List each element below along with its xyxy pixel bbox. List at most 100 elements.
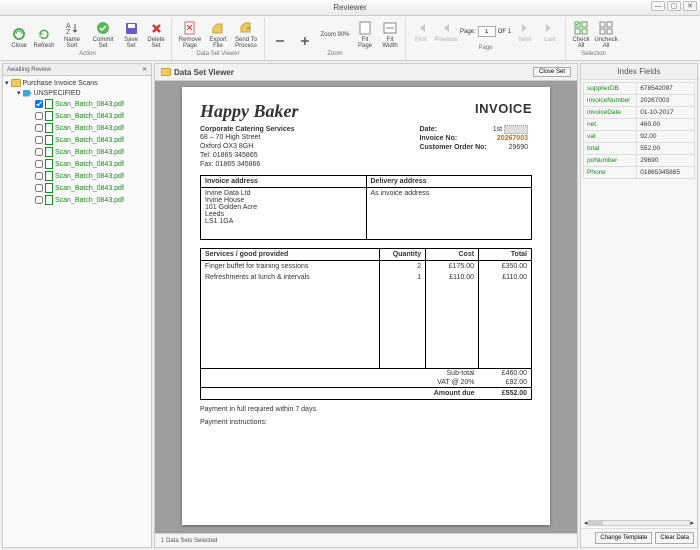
tree-file-item[interactable]: Scan_Batch_0843.pdf xyxy=(5,158,149,170)
maximize-button[interactable]: ▢ xyxy=(667,1,681,11)
index-row[interactable]: Phone01865345865 xyxy=(584,167,695,179)
zoom-out-button[interactable] xyxy=(269,32,291,50)
close-icon[interactable]: ✕ xyxy=(142,66,147,73)
index-row[interactable]: vat92.00 xyxy=(584,131,695,143)
document-viewport[interactable]: Happy Baker Corporate Catering Services … xyxy=(154,80,578,534)
file-checkbox[interactable] xyxy=(35,184,43,192)
file-tree[interactable]: ▾Purchase Invoice Scans▾UNSPECIFIEDScan_… xyxy=(3,76,151,547)
file-checkbox[interactable] xyxy=(35,124,43,132)
invoice-no-value: 20267003 xyxy=(491,135,530,142)
file-icon xyxy=(45,135,53,145)
next-page-button[interactable]: Next xyxy=(514,19,536,44)
left-panel-tab[interactable]: Awaiting Review✕ xyxy=(3,64,151,76)
uncheck-all-button[interactable]: Uncheck All xyxy=(595,19,617,50)
index-value[interactable]: 92.00 xyxy=(637,131,695,143)
index-row[interactable]: invoiceDate01-10-2017 xyxy=(584,107,695,119)
invoice-document: Happy Baker Corporate Catering Services … xyxy=(182,87,550,525)
viewer-title: Data Set Viewer xyxy=(174,68,234,77)
tree-root[interactable]: ▾Purchase Invoice Scans xyxy=(5,78,149,88)
tree-file-item[interactable]: Scan_Batch_0843.pdf xyxy=(5,182,149,194)
prev-page-button[interactable]: Previous xyxy=(435,19,457,44)
tree-file-item[interactable]: Scan_Batch_0843.pdf xyxy=(5,110,149,122)
save-set-button[interactable]: Save Set xyxy=(120,19,142,50)
index-row[interactable]: supplierDB678542097 xyxy=(584,83,695,95)
tree-file-item[interactable]: Scan_Batch_0843.pdf xyxy=(5,98,149,110)
file-icon xyxy=(45,111,53,121)
send-icon xyxy=(238,20,254,36)
file-checkbox[interactable] xyxy=(35,172,43,180)
minimize-button[interactable]: — xyxy=(651,1,665,11)
close-button[interactable]: Close xyxy=(8,25,30,50)
scroll-right-icon[interactable]: ▸ xyxy=(690,519,694,527)
vat-label: VAT @ 20% xyxy=(426,378,479,388)
file-checkbox[interactable] xyxy=(35,148,43,156)
index-value[interactable]: 20267003 xyxy=(637,95,695,107)
folder-icon xyxy=(161,68,171,76)
addr-line2: Oxford OX3 8GH xyxy=(200,142,299,151)
amount-due-label: Amount due xyxy=(426,387,479,399)
col-qty: Quantity xyxy=(379,249,425,261)
index-value[interactable]: 552.00 xyxy=(637,143,695,155)
zoom-in-button[interactable] xyxy=(294,32,316,50)
index-value[interactable]: 678542097 xyxy=(637,83,695,95)
tree-file-item[interactable]: Scan_Batch_0843.pdf xyxy=(5,122,149,134)
file-icon xyxy=(45,183,53,193)
name-sort-button[interactable]: AZName Sort xyxy=(58,19,86,50)
zoom-level-label: Zoom 90% xyxy=(319,32,351,38)
check-all-button[interactable]: Check All xyxy=(570,19,592,50)
h-scrollbar[interactable]: ◂▸ xyxy=(581,518,697,528)
file-icon xyxy=(45,195,53,205)
file-checkbox[interactable] xyxy=(35,160,43,168)
fit-width-icon xyxy=(382,20,398,36)
clear-data-button[interactable]: Clear Data xyxy=(655,532,694,544)
index-row[interactable]: total552.00 xyxy=(584,143,695,155)
index-key: supplierDB xyxy=(584,83,637,95)
tree-file-item[interactable]: Scan_Batch_0843.pdf xyxy=(5,194,149,206)
svg-text:Z: Z xyxy=(66,29,71,35)
close-set-button[interactable]: Close Set xyxy=(533,67,571,77)
index-row[interactable]: poNumber29690 xyxy=(584,155,695,167)
commit-set-button[interactable]: Commit Set xyxy=(89,19,117,50)
delete-set-button[interactable]: Delete Set xyxy=(145,19,167,50)
file-name: Scan_Batch_0843.pdf xyxy=(55,125,124,132)
tree-file-item[interactable]: Scan_Batch_0843.pdf xyxy=(5,170,149,182)
col-total: Total xyxy=(479,249,532,261)
page-input[interactable] xyxy=(478,26,496,37)
next-icon xyxy=(517,20,533,36)
index-row[interactable]: invoiceNumber20267003 xyxy=(584,95,695,107)
tree-group[interactable]: ▾UNSPECIFIED xyxy=(5,88,149,98)
first-page-button[interactable]: First xyxy=(410,19,432,44)
index-value[interactable]: 460.00 xyxy=(637,119,695,131)
address-table: Invoice addressDelivery address Irvine D… xyxy=(200,175,532,240)
line-items-table: Services / good provided Quantity Cost T… xyxy=(200,248,532,400)
file-checkbox[interactable] xyxy=(35,136,43,144)
invoice-address-cell: Irvine Data LtdIrvine House101 Golden Ac… xyxy=(201,188,367,240)
page-label: Page: xyxy=(460,29,476,35)
last-page-button[interactable]: Last xyxy=(539,19,561,44)
invoice-no-label: Invoice No: xyxy=(419,135,457,142)
index-value[interactable]: 29690 xyxy=(637,155,695,167)
file-checkbox[interactable] xyxy=(35,196,43,204)
index-key: invoiceNumber xyxy=(584,95,637,107)
remove-page-icon xyxy=(182,20,198,36)
remove-page-button[interactable]: Remove Page xyxy=(176,19,204,50)
fit-page-button[interactable]: Fit Page xyxy=(354,19,376,50)
close-window-button[interactable]: ✕ xyxy=(683,1,697,11)
export-file-button[interactable]: Export File xyxy=(207,19,229,50)
change-template-button[interactable]: Change Template xyxy=(595,532,652,544)
index-row[interactable]: net460.00 xyxy=(584,119,695,131)
index-value[interactable]: 01-10-2017 xyxy=(637,107,695,119)
file-name: Scan_Batch_0843.pdf xyxy=(55,137,124,144)
send-to-process-button[interactable]: Send To Process xyxy=(232,19,260,50)
index-title: Index Fields xyxy=(581,64,697,80)
tree-file-item[interactable]: Scan_Batch_0843.pdf xyxy=(5,146,149,158)
fax-line: Fax: 01865 345866 xyxy=(200,160,299,169)
index-value[interactable]: 01865345865 xyxy=(637,167,695,179)
tree-file-item[interactable]: Scan_Batch_0843.pdf xyxy=(5,134,149,146)
file-checkbox[interactable] xyxy=(35,100,43,108)
refresh-button[interactable]: Refresh xyxy=(33,25,55,50)
file-checkbox[interactable] xyxy=(35,112,43,120)
file-icon xyxy=(45,171,53,181)
fit-width-button[interactable]: Fit Width xyxy=(379,19,401,50)
company-subtitle: Corporate Catering Services xyxy=(200,126,299,133)
